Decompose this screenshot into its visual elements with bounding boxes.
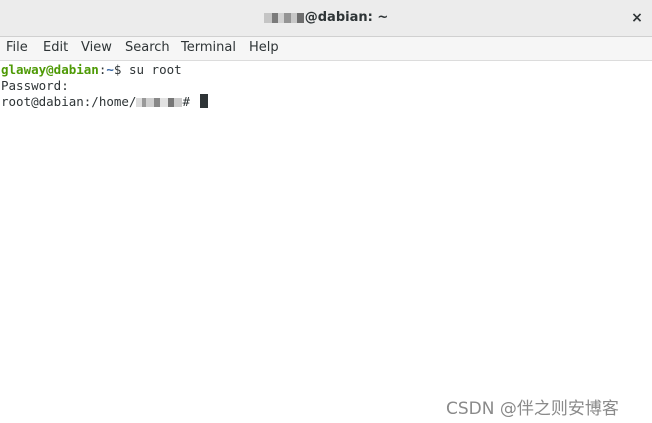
command-text: su root [128,62,182,77]
menu-bar: File Edit View Search Terminal Help [0,37,652,61]
terminal-line-2: Password: [1,78,69,93]
close-icon[interactable]: × [628,9,646,27]
terminal-line-3: root@dabian:/home/ # [1,94,208,110]
watermark: CSDN @伴之则安博客 [446,399,619,419]
redacted-username [263,12,304,23]
text-cursor [199,94,208,108]
menu-view[interactable]: View [81,40,112,55]
root-prompt-prefix: root@dabian:/home/ [1,94,137,109]
window-title: @dabian: ~ [0,10,652,25]
prompt-symbol: $ [113,62,129,77]
root-prompt-suffix: # [182,94,198,109]
title-bar[interactable]: @dabian: ~ × [0,0,652,37]
menu-terminal[interactable]: Terminal [181,40,236,55]
prompt-user-host: glaway@dabian [1,62,99,77]
prompt-path: ~ [106,62,114,77]
menu-file[interactable]: File [6,40,28,55]
menu-search[interactable]: Search [125,40,170,55]
menu-help[interactable]: Help [249,40,279,55]
menu-edit[interactable]: Edit [43,40,68,55]
terminal-window: @dabian: ~ × File Edit View Search Termi… [0,0,652,423]
window-title-text: @dabian: ~ [304,10,389,25]
terminal-line-1: glaway@dabian:~$ su root [1,62,182,78]
terminal-output[interactable]: glaway@dabian:~$ su root Password: root@… [0,61,652,423]
redacted-home-dir [136,98,183,107]
